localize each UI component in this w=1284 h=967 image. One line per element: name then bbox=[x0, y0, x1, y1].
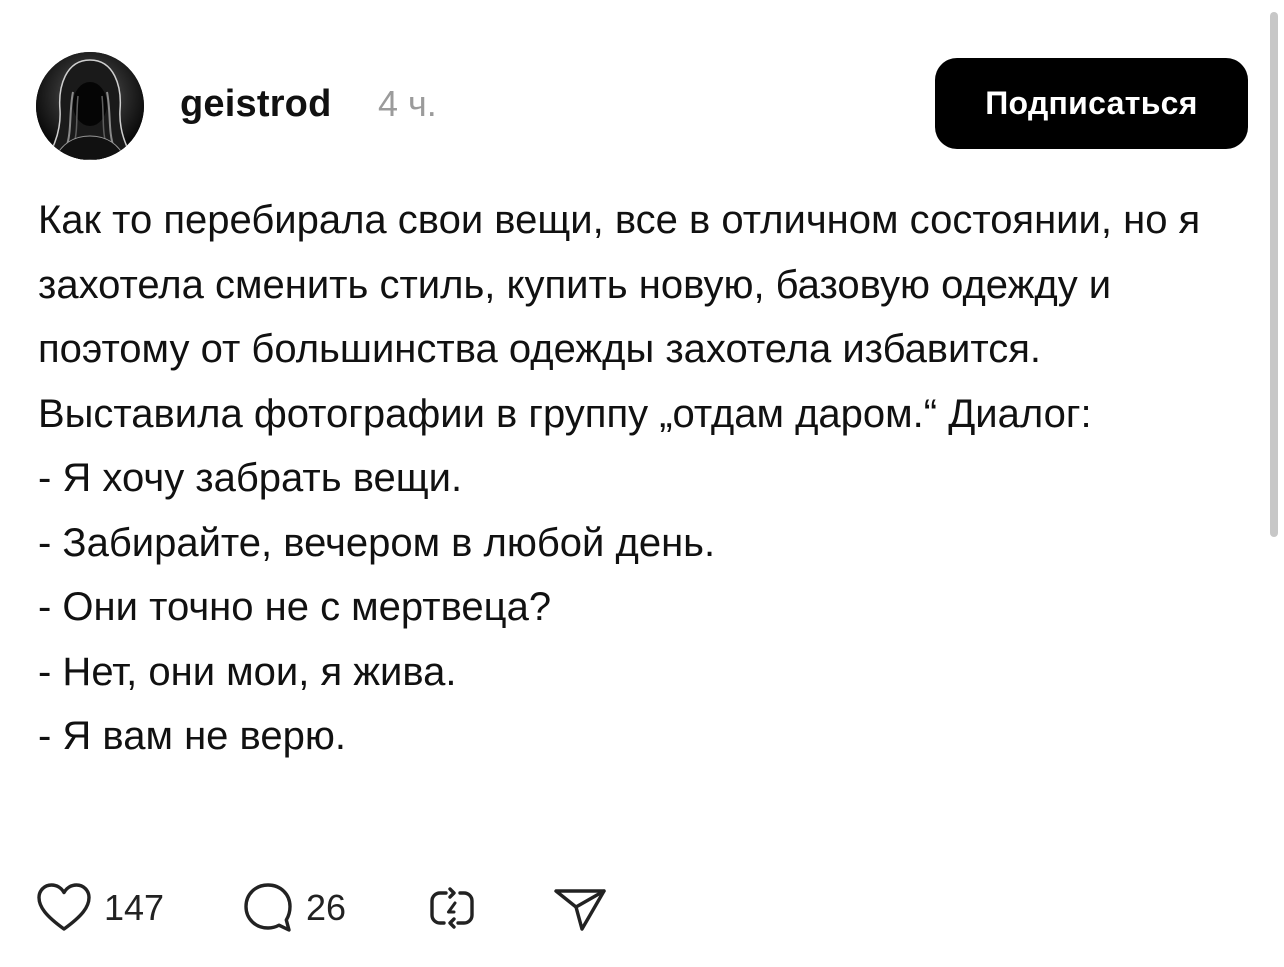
author-username[interactable]: geistrod bbox=[180, 80, 332, 128]
paper-plane-icon bbox=[554, 889, 606, 931]
post-paragraph: - Я вам не верю. bbox=[38, 714, 346, 758]
avatar[interactable] bbox=[36, 52, 144, 160]
hooded-figure-avatar-image bbox=[36, 52, 144, 160]
like-button[interactable]: 147 bbox=[36, 878, 164, 938]
post-actions-bar: 147 26 bbox=[36, 878, 676, 938]
repost-arrows-icon bbox=[430, 887, 474, 929]
post-paragraph: - Забирайте, вечером в любой день. bbox=[38, 520, 716, 565]
scrollbar[interactable] bbox=[1270, 12, 1278, 537]
subscribe-button[interactable]: Подписаться bbox=[935, 58, 1248, 149]
post-paragraph: - Нет, они мои, я жива. bbox=[38, 649, 457, 694]
post-text: Как то перебирала свои вещи, все в отлич… bbox=[38, 188, 1253, 769]
post-paragraph: - Они точно не с мертвеца? bbox=[38, 585, 552, 629]
post-timestamp: 4 ч. bbox=[378, 83, 437, 124]
post-paragraph: - Я хочу забрать вещи. bbox=[38, 456, 463, 500]
comment-count: 26 bbox=[306, 887, 347, 928]
repost-button[interactable] bbox=[426, 878, 478, 938]
post-paragraph: Как то перебирала свои вещи, все в отлич… bbox=[38, 198, 1212, 436]
speech-bubble-icon bbox=[244, 883, 292, 932]
share-button[interactable] bbox=[552, 878, 608, 938]
heart-icon bbox=[37, 883, 91, 931]
post-card: geistrod 4 ч. Подписаться Как то перебир… bbox=[0, 0, 1284, 967]
comment-button[interactable]: 26 bbox=[242, 878, 346, 938]
like-count: 147 bbox=[104, 887, 165, 928]
